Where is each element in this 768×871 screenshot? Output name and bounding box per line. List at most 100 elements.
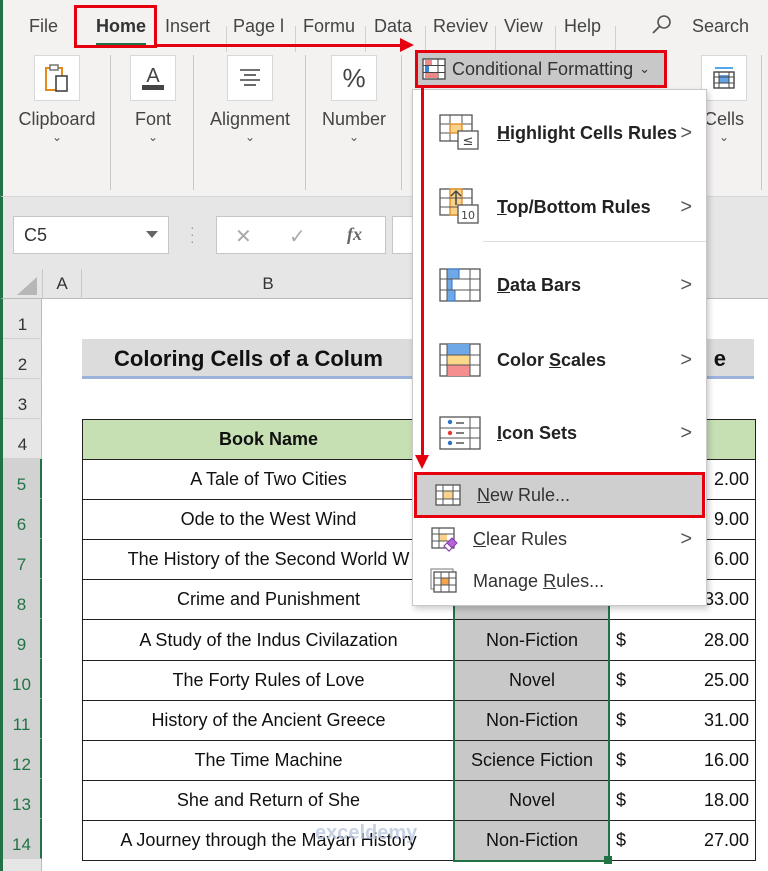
chevron-right-icon: > [680, 121, 692, 144]
currency-symbol: $ [616, 709, 627, 730]
tab-formulas[interactable]: Formu [303, 12, 355, 40]
access-key: T [497, 196, 507, 217]
price-cell[interactable]: $28.00 [609, 619, 756, 661]
menu-separator [483, 241, 706, 242]
format-cells-button[interactable] [701, 55, 747, 101]
row-header-3[interactable]: 3 [3, 379, 42, 419]
tab-separator [555, 26, 556, 52]
menu-item-data-bars[interactable]: Data Bars > [413, 258, 706, 312]
tab-file[interactable]: File [29, 12, 58, 40]
table-row: The Time Machine Science Fiction $16.00 [82, 739, 756, 781]
genre-cell[interactable]: Science Fiction [454, 739, 610, 781]
search-box[interactable]: Search [651, 12, 749, 40]
label-text: ighlight Cells Rules [510, 122, 678, 143]
row-header-2[interactable]: 2 [3, 339, 42, 379]
clipboard-group[interactable]: Clipboard ⌄ [17, 55, 97, 144]
row-header-1[interactable]: 1 [3, 299, 42, 339]
menu-item-manage-rules[interactable]: Manage Rules... [413, 560, 706, 602]
book-name-cell[interactable]: A Study of the Indus Civilazation [82, 619, 455, 661]
currency-symbol: $ [616, 789, 627, 810]
paste-button[interactable] [34, 55, 80, 101]
book-name-cell[interactable]: A Tale of Two Cities [82, 459, 455, 501]
price-cell[interactable]: $16.00 [609, 739, 756, 781]
book-name-cell[interactable]: The Forty Rules of Love [82, 659, 455, 701]
access-key: S [549, 349, 562, 370]
chevron-down-icon[interactable]: ⌄ [319, 130, 389, 144]
genre-cell[interactable]: Non-Fiction [454, 819, 610, 862]
drag-handle-icon[interactable]: · · · [190, 220, 195, 248]
genre-cell[interactable]: Non-Fiction [454, 699, 610, 741]
row-header-14[interactable]: 14 [3, 819, 42, 859]
price-cell[interactable]: $25.00 [609, 659, 756, 701]
genre-cell[interactable]: Novel [454, 659, 610, 701]
annotation-arrowhead [400, 38, 414, 52]
book-name-cell[interactable]: She and Return of She [82, 779, 455, 821]
row-header-8[interactable]: 8 [3, 579, 42, 619]
tab-page-layout[interactable]: Page l [233, 12, 284, 40]
align-button[interactable] [227, 55, 273, 101]
book-name-cell[interactable]: The Time Machine [82, 739, 455, 781]
row-header-9[interactable]: 9 [3, 619, 42, 659]
book-name-cell[interactable]: History of the Ancient Greece [82, 699, 455, 741]
insert-function-icon[interactable]: fx [347, 224, 362, 245]
chevron-down-icon[interactable]: ⌄ [17, 130, 97, 144]
tab-review[interactable]: Reviev [433, 12, 488, 40]
alignment-group[interactable]: Alignment ⌄ [205, 55, 295, 144]
book-name-cell[interactable]: Ode to the West Wind [82, 499, 455, 541]
price-cell[interactable]: $27.00 [609, 819, 756, 862]
row-header-6[interactable]: 6 [3, 499, 42, 539]
fill-handle[interactable] [604, 856, 612, 864]
row-header-10[interactable]: 10 [3, 659, 42, 699]
row-header-12[interactable]: 12 [3, 739, 42, 779]
tab-view[interactable]: View [504, 12, 543, 40]
genre-cell[interactable]: Novel [454, 779, 610, 821]
row-headers: 1 2 3 4 5 6 7 8 9 10 11 12 13 14 [0, 299, 42, 871]
price-amount: 16.00 [703, 749, 749, 770]
header-book-name[interactable]: Book Name [82, 418, 455, 461]
access-key: C [473, 528, 486, 549]
chevron-down-icon[interactable]: ⌄ [129, 130, 177, 144]
tab-insert[interactable]: Insert [165, 12, 210, 40]
search-label: Search [692, 16, 750, 36]
row-header-13[interactable]: 13 [3, 779, 42, 819]
menu-item-top-bottom-rules[interactable]: 10 Top/Bottom Rules > [413, 180, 706, 234]
book-name-cell[interactable]: Crime and Punishment [82, 579, 455, 621]
conditional-formatting-button[interactable]: Conditional Formatting ⌄ [415, 50, 667, 88]
font-color-button[interactable]: A [130, 55, 176, 101]
menu-item-new-rule[interactable]: New Rule... [414, 472, 705, 518]
tab-data[interactable]: Data [374, 12, 412, 40]
font-color-icon: A [142, 65, 164, 90]
name-box[interactable]: C5 [13, 216, 169, 254]
label-text: ules... [556, 570, 605, 591]
color-scales-icon [437, 340, 483, 380]
book-name-cell[interactable]: The History of the Second World W [82, 539, 455, 581]
price-cell[interactable]: $18.00 [609, 779, 756, 821]
chevron-right-icon: > [680, 348, 692, 371]
enter-check-icon[interactable]: ✓ [289, 224, 306, 249]
percent-button[interactable]: % [331, 55, 377, 101]
menu-item-color-scales[interactable]: Color Scales > [413, 333, 706, 387]
cancel-icon[interactable]: ✕ [235, 224, 252, 249]
menu-item-icon-sets[interactable]: Icon Sets > [413, 406, 706, 460]
price-cell[interactable]: $31.00 [609, 699, 756, 741]
row-header-4[interactable]: 4 [3, 419, 42, 459]
manage-rules-icon [427, 561, 461, 601]
chevron-right-icon: > [680, 421, 692, 444]
column-header-b[interactable]: B [82, 269, 455, 299]
genre-cell[interactable]: Non-Fiction [454, 619, 610, 661]
chevron-down-icon[interactable]: ⌄ [205, 130, 295, 144]
menu-item-highlight-cells-rules[interactable]: ≤ Highlight Cells Rules > [413, 106, 706, 160]
row-header-11[interactable]: 11 [3, 699, 42, 739]
number-group[interactable]: % Number ⌄ [319, 55, 389, 144]
row-header-5[interactable]: 5 [3, 459, 42, 499]
font-group[interactable]: A Font ⌄ [129, 55, 177, 144]
row-header-7[interactable]: 7 [3, 539, 42, 579]
select-all-corner[interactable] [17, 277, 37, 295]
tab-help[interactable]: Help [564, 12, 601, 40]
menu-item-clear-rules[interactable]: Clear Rules > [413, 518, 706, 560]
menu-item-label: New Rule... [477, 485, 570, 506]
dropdown-arrow-icon[interactable] [146, 231, 158, 238]
column-header-a[interactable]: A [42, 269, 82, 299]
currency-symbol: $ [616, 829, 627, 850]
table-row: She and Return of She Novel $18.00 [82, 779, 756, 821]
